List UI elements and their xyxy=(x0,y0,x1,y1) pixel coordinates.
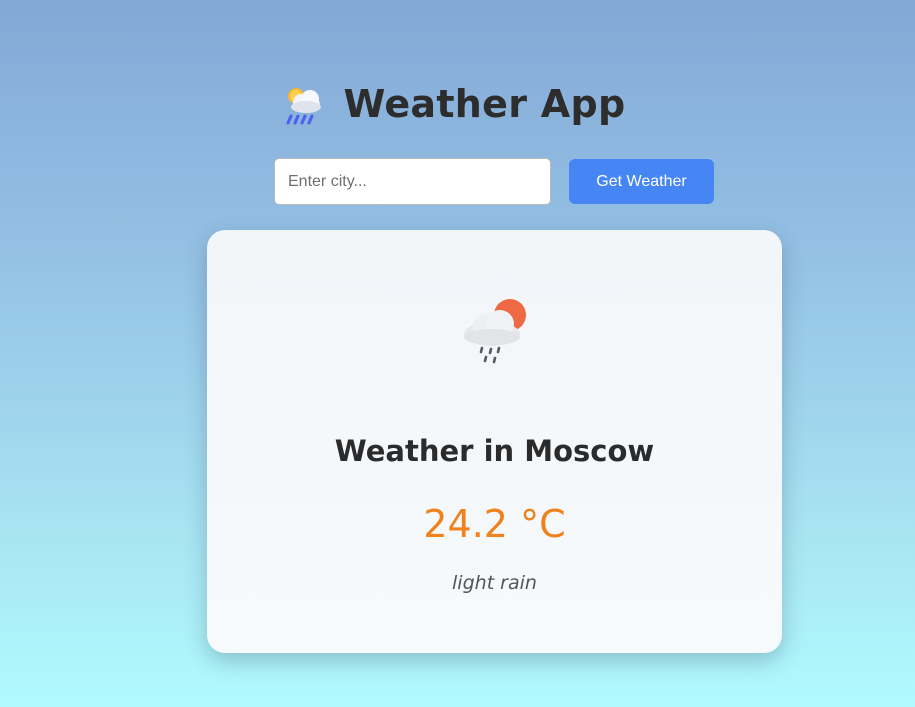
weather-description: light rain xyxy=(452,572,537,594)
city-search-input[interactable] xyxy=(274,158,551,205)
sun-cloud-rain-icon xyxy=(286,88,322,125)
app-header: Weather App xyxy=(0,82,915,126)
app-title: Weather App xyxy=(343,82,626,126)
weather-card: Weather in Moscow 24.2 °C light rain xyxy=(207,230,782,653)
get-weather-button[interactable]: Get Weather xyxy=(569,159,714,204)
cloud-sun-rain-icon xyxy=(464,299,526,364)
temperature-value: 24.2 °C xyxy=(423,502,566,546)
search-bar: Get Weather xyxy=(274,158,714,205)
weather-heading: Weather in Moscow xyxy=(334,434,655,468)
